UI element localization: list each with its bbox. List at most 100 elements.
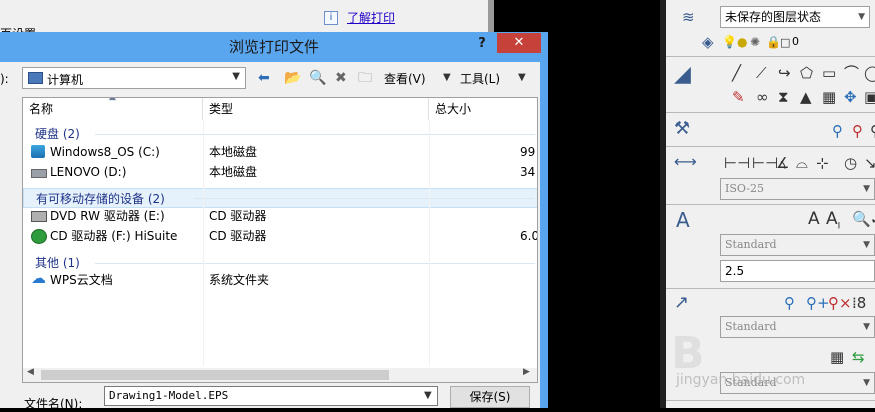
table-icon[interactable]: ▦ — [830, 348, 844, 366]
layer-color-icon[interactable]: □ — [780, 34, 790, 52]
ordinate-dim-icon[interactable]: ⊹ — [816, 154, 829, 172]
scroll-left-icon[interactable]: ◀ — [27, 367, 34, 377]
add-leader-icon[interactable]: ⚲+ — [806, 294, 830, 312]
sort-ascending-icon: ▲ — [109, 97, 116, 102]
search-icon[interactable]: 🔍 — [309, 68, 326, 88]
array-icon[interactable]: ▦ — [822, 88, 836, 106]
spline-icon[interactable]: ∞ — [756, 88, 769, 106]
up-folder-icon[interactable]: 📂 — [284, 68, 301, 88]
text-icon: A — [676, 208, 690, 232]
mleader-style-combo[interactable]: Standard ▼ — [720, 316, 875, 338]
chevron-down-icon[interactable]: ▼ — [424, 390, 432, 401]
mtext-icon[interactable]: A — [808, 210, 820, 228]
look-in-label: ): — [0, 72, 9, 86]
help-button[interactable]: ? — [472, 36, 492, 54]
dimension-icon: ⟷ — [674, 152, 697, 171]
group-divider — [194, 198, 534, 199]
current-layer[interactable]: 0 — [792, 35, 799, 48]
section-divider — [666, 56, 875, 57]
dim-style-combo[interactable]: ISO-25 ▼ — [720, 178, 875, 200]
layer-freeze-icon[interactable]: ✺ — [750, 33, 760, 51]
list-item[interactable]: CD 驱动器 (F:) HiSuite CD 驱动器 6.0 — [23, 226, 537, 246]
mleader-icon[interactable]: ⚲ — [784, 294, 795, 312]
item-type: 本地磁盘 — [209, 165, 258, 179]
revcloud-icon[interactable]: ✎ — [732, 88, 745, 106]
delete-icon[interactable]: ✖ — [335, 68, 347, 88]
polygon-icon[interactable]: ⬠ — [800, 64, 813, 82]
tools-menu[interactable]: 工具(L) — [460, 70, 500, 87]
item-size: 99 — [520, 145, 536, 159]
file-list[interactable]: 名称 ▲ 类型 总大小 硬盘 (2) Windows8_OS (C:) 本地磁盘… — [22, 97, 538, 383]
scroll-right-icon[interactable]: ▶ — [523, 367, 530, 377]
horizontal-scrollbar[interactable]: ◀ ▶ — [23, 367, 537, 382]
back-icon[interactable]: ⬅ — [258, 68, 270, 88]
radius-dim-icon[interactable]: ◷ — [844, 154, 857, 172]
pin-remove-icon[interactable]: ⚲ — [852, 122, 863, 140]
dialog-body: ): 计算机 ▼ ⬅ 📂 🔍 ✖ 🗀 查看(V) ▼ 工具(L) ▼ 名称 ▲ … — [0, 62, 540, 411]
list-item[interactable]: DVD RW 驱动器 (E:) CD 驱动器 — [23, 206, 537, 226]
save-button[interactable]: 保存(S) — [450, 386, 530, 408]
column-type[interactable]: 类型 — [203, 98, 429, 120]
look-in-combo[interactable]: 计算机 ▼ — [22, 67, 246, 89]
learn-print-link[interactable]: 了解打印 — [347, 9, 395, 26]
item-name: CD 驱动器 (F:) HiSuite — [50, 229, 178, 243]
more-dropdown-icon[interactable]: ▼ — [518, 68, 526, 88]
view-menu[interactable]: 查看(V) — [384, 70, 426, 87]
section-divider — [666, 112, 875, 113]
rectangle-icon[interactable]: ▭ — [822, 64, 836, 82]
scroll-thumb[interactable] — [41, 370, 389, 380]
text-style-value: Standard — [725, 238, 777, 251]
dialog-title: 浏览打印文件 — [228, 38, 319, 56]
align-leader-icon[interactable]: ⁞8 — [852, 294, 866, 312]
arc-icon[interactable]: ⌒ — [844, 64, 859, 82]
drive-os-icon — [31, 145, 45, 158]
group-hard-disks[interactable]: 硬盘 (2) — [23, 125, 537, 143]
text-style-combo[interactable]: Standard ▼ — [720, 234, 875, 256]
chevron-down-icon: ▼ — [858, 12, 865, 22]
new-folder-icon[interactable]: 🗀 — [358, 68, 372, 88]
section-divider — [666, 204, 875, 205]
cloud-icon: ☁ — [31, 269, 46, 287]
angular-dim-icon[interactable]: ∡ — [776, 154, 789, 172]
link-data-icon[interactable]: ⇆ — [852, 348, 865, 366]
close-button[interactable]: ✕ — [497, 33, 541, 53]
list-item[interactable]: Windows8_OS (C:) 本地磁盘 99 — [23, 142, 537, 162]
layer-lock-icon[interactable]: 🔒 — [766, 33, 781, 51]
look-in-value: 计算机 — [47, 73, 84, 87]
dim-overflow-icon[interactable]: ↘ — [864, 154, 875, 172]
layer-properties-icon[interactable]: ◈ — [702, 33, 714, 51]
item-type: CD 驱动器 — [209, 209, 267, 223]
group-divider — [95, 263, 535, 264]
polyline-icon[interactable]: ↪ — [778, 64, 791, 82]
line-icon[interactable]: ╱ — [732, 64, 741, 82]
spell-check-icon[interactable]: ✓ — [870, 210, 875, 228]
tools-dropdown-icon[interactable]: ▼ — [443, 68, 451, 88]
column-size[interactable]: 总大小 — [429, 98, 537, 120]
arc-length-icon[interactable]: ⌓ — [796, 154, 808, 172]
group-removable-storage[interactable]: 有可移动存储的设备 (2) — [23, 188, 537, 208]
cd-drive-icon — [31, 229, 47, 244]
column-divider — [203, 120, 204, 366]
text-height-input[interactable]: 2.5 — [720, 260, 875, 282]
xline-icon[interactable]: ⟋ — [756, 64, 767, 82]
watermark-text: jingyan.baidu.com — [676, 372, 806, 388]
layer-state-combo[interactable]: 未保存的图层状态 ▼ — [720, 6, 870, 28]
linear-dim-icon[interactable]: ⊢⊣ — [724, 154, 750, 172]
dim-style-value: ISO-25 — [725, 182, 765, 195]
mirror-icon[interactable]: ⧗ — [778, 88, 789, 106]
group-label: 有可移动存储的设备 (2) — [36, 192, 165, 206]
pin-icon[interactable]: ⚲ — [870, 122, 875, 140]
list-item[interactable]: LENOVO (D:) 本地磁盘 34 — [23, 162, 537, 182]
circle-icon[interactable]: ◯ — [864, 64, 875, 82]
pin-add-icon[interactable]: ⚲ — [832, 122, 843, 140]
layer-lightbulb-icon[interactable]: 💡● — [722, 33, 747, 51]
list-item[interactable]: ☁ WPS云文档 系统文件夹 — [23, 269, 537, 290]
boundary-icon[interactable]: ▲ — [800, 88, 812, 106]
find-text-icon[interactable]: 🔍 — [852, 210, 871, 228]
aligned-dim-icon[interactable]: ⊢⊣ — [752, 154, 778, 172]
region-icon[interactable]: ▣ — [864, 88, 875, 106]
remove-leader-icon[interactable]: ⚲× — [828, 294, 852, 312]
filename-input[interactable]: Drawing1-Model.EPS — [104, 386, 438, 406]
dtext-icon[interactable]: AI — [826, 210, 840, 235]
move-icon[interactable]: ✥ — [844, 88, 857, 106]
